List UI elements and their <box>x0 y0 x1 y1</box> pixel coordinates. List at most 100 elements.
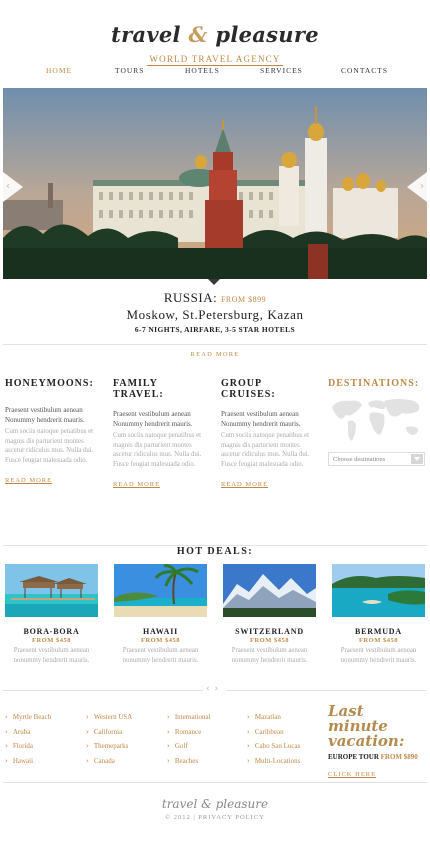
last-minute-title: Last minute <box>328 702 388 735</box>
deal-name: BORA-BORA <box>23 627 80 636</box>
world-map-icon <box>328 395 426 449</box>
deal-card-hawaii[interactable]: HAWAII FROM $458 Praesent vestibulum aen… <box>114 564 207 665</box>
logo-word-travel: travel <box>111 22 181 47</box>
nav-home[interactable]: HOME <box>46 66 72 75</box>
deals-pager[interactable]: ‹› <box>203 684 227 694</box>
slide-cities: Moskow, St.Petersburg, Kazan <box>126 307 304 322</box>
column-title: FAMILY TRAVEL: <box>113 378 164 400</box>
nav-services[interactable]: SERVICES <box>260 66 303 75</box>
slider-caption: RUSSIA: FROM $899 Moskow, St.Petersburg,… <box>0 290 430 334</box>
destinations-select-value: Choose destinations <box>333 456 386 463</box>
deal-name: SWITZERLAND <box>235 627 304 636</box>
last-minute-click-here-link[interactable]: CLICK HERE <box>328 771 376 778</box>
destination-links-3: International Romance Golf Beaches <box>167 710 247 768</box>
list-item[interactable]: Romance <box>167 725 247 740</box>
deal-card-switzerland[interactable]: SWITZERLAND FROM $458 Praesent vestibulu… <box>223 564 316 665</box>
deal-image[interactable] <box>332 564 425 617</box>
chevron-right-icon[interactable]: › <box>215 684 224 694</box>
column-read-more-link[interactable]: READ MORE <box>5 477 52 484</box>
column-read-more-link[interactable]: READ MORE <box>113 481 160 488</box>
last-minute-title-2: vacation: <box>328 732 405 750</box>
chevron-down-icon[interactable] <box>411 454 423 464</box>
column-read-more-link[interactable]: READ MORE <box>221 481 268 488</box>
column-honeymoons: HONEYMOONS: Praesent vestibulum aenean N… <box>5 378 101 486</box>
list-item[interactable]: Cabo San Lucas <box>247 739 327 754</box>
list-item[interactable]: Themeparks <box>86 739 166 754</box>
chevron-left-icon: ‹ <box>6 181 10 192</box>
hot-deals-title: HOT DEALS: <box>168 546 262 557</box>
slide-details: 6-7 NIGHTS, AIRFARE, 3-5 STAR HOTELS <box>134 325 296 334</box>
column-lead: Praesent vestibulum aenean Nonummy hendr… <box>5 406 85 424</box>
column-family-travel: FAMILY TRAVEL: Praesent vestibulum aenea… <box>113 378 209 490</box>
logo-ampersand: & <box>188 22 208 47</box>
column-title: HONEYMOONS: <box>5 378 94 389</box>
list-item[interactable]: Aruba <box>5 725 85 740</box>
column-body: Cum sociis natoque penatibus et magnis d… <box>221 432 310 468</box>
list-item[interactable]: Mazatlan <box>247 710 327 725</box>
list-item[interactable]: Canada <box>86 754 166 769</box>
column-lead: Praesent vestibulum aenean Nonummy hendr… <box>221 410 301 428</box>
slider-caption-pointer <box>208 279 220 285</box>
slide-price: FROM $899 <box>220 295 267 304</box>
logo-word-pleasure: pleasure <box>215 22 319 47</box>
deal-card-bermuda[interactable]: BERMUDA FROM $458 Praesent vestibulum ae… <box>332 564 425 665</box>
destinations-widget: DESTINATIONS: Choose destinations <box>328 378 426 466</box>
destination-links-2: Western USA California Themeparks Canada <box>86 710 166 768</box>
deal-image[interactable] <box>114 564 207 617</box>
deal-card-bora-bora[interactable]: BORA-BORA FROM $458 Praesent vestibulum … <box>5 564 98 665</box>
list-item[interactable]: Caribbean <box>247 725 327 740</box>
deal-name: BERMUDA <box>355 627 402 636</box>
slide-country: RUSSIA: <box>163 290 218 305</box>
deal-price: FROM $458 <box>141 637 180 644</box>
list-item[interactable]: Myrtle Beach <box>5 710 85 725</box>
footer-logo[interactable]: travel & pleasure <box>0 797 430 811</box>
logo-tagline: WORLD TRAVEL AGENCY <box>147 54 283 66</box>
deal-image[interactable] <box>5 564 98 617</box>
destination-links-1: Myrtle Beach Aruba Florida Hawaii <box>5 710 85 768</box>
nav-tours[interactable]: TOURS <box>115 66 144 75</box>
nav-contacts[interactable]: CONTACTS <box>341 66 388 75</box>
chevron-left-icon[interactable]: ‹ <box>206 684 215 694</box>
deal-name: HAWAII <box>142 627 179 636</box>
site-logo[interactable]: travel & pleasure WORLD TRAVEL AGENCY <box>0 22 430 66</box>
destination-links-4: Mazatlan Caribbean Cabo San Lucas Multi-… <box>247 710 327 768</box>
deal-image[interactable] <box>223 564 316 617</box>
logo-wordmark: travel & pleasure <box>0 22 430 47</box>
list-item[interactable]: Beaches <box>167 754 247 769</box>
last-minute-price: FROM $890 <box>380 753 418 761</box>
main-nav: HOME TOURS HOTELS SERVICES CONTACTS <box>0 66 430 78</box>
deal-description: Praesent vestibulum aenean nonummy hendr… <box>340 647 417 664</box>
destinations-title: DESTINATIONS: <box>328 378 420 389</box>
column-body: Cum sociis natoque penatibus et magnis d… <box>113 432 202 468</box>
footer-copyright: © 2012 | PRIVACY POLICY <box>0 814 430 821</box>
footer-separator: | <box>193 814 196 821</box>
deal-description: Praesent vestibulum aenean nonummy hendr… <box>122 647 199 664</box>
last-minute-promo: Last minute vacation: EUROPE TOUR FROM $… <box>328 704 428 780</box>
slide-country-line: RUSSIA: FROM $899 <box>0 290 430 306</box>
hot-deals-heading: HOT DEALS: <box>0 539 430 558</box>
slider-read-more-link[interactable]: READ MORE <box>184 351 246 358</box>
privacy-policy-link[interactable]: PRIVACY POLICY <box>198 814 265 821</box>
deal-description: Praesent vestibulum aenean nonummy hendr… <box>13 647 90 664</box>
list-item[interactable]: Florida <box>5 739 85 754</box>
footer: travel & pleasure © 2012 | PRIVACY POLIC… <box>0 797 430 821</box>
deal-description: Praesent vestibulum aenean nonummy hendr… <box>231 647 308 664</box>
list-item[interactable]: International <box>167 710 247 725</box>
list-item[interactable]: Golf <box>167 739 247 754</box>
column-title: GROUP CRUISES: <box>221 378 276 400</box>
column-lead: Praesent vestibulum aenean Nonummy hendr… <box>113 410 193 428</box>
deal-price: FROM $458 <box>359 637 398 644</box>
last-minute-tour: EUROPE TOUR FROM $890 <box>328 753 428 761</box>
list-item[interactable]: California <box>86 725 166 740</box>
divider <box>3 782 427 783</box>
hero-slider-image[interactable] <box>3 88 427 279</box>
column-group-cruises: GROUP CRUISES: Praesent vestibulum aenea… <box>221 378 317 490</box>
deal-price: FROM $458 <box>32 637 71 644</box>
list-item[interactable]: Western USA <box>86 710 166 725</box>
last-minute-tour-name: EUROPE TOUR <box>328 753 379 761</box>
chevron-right-icon: › <box>420 181 424 192</box>
list-item[interactable]: Multi-Locations <box>247 754 327 769</box>
destinations-select[interactable]: Choose destinations <box>328 452 425 466</box>
nav-hotels[interactable]: HOTELS <box>185 66 220 75</box>
list-item[interactable]: Hawaii <box>5 754 85 769</box>
